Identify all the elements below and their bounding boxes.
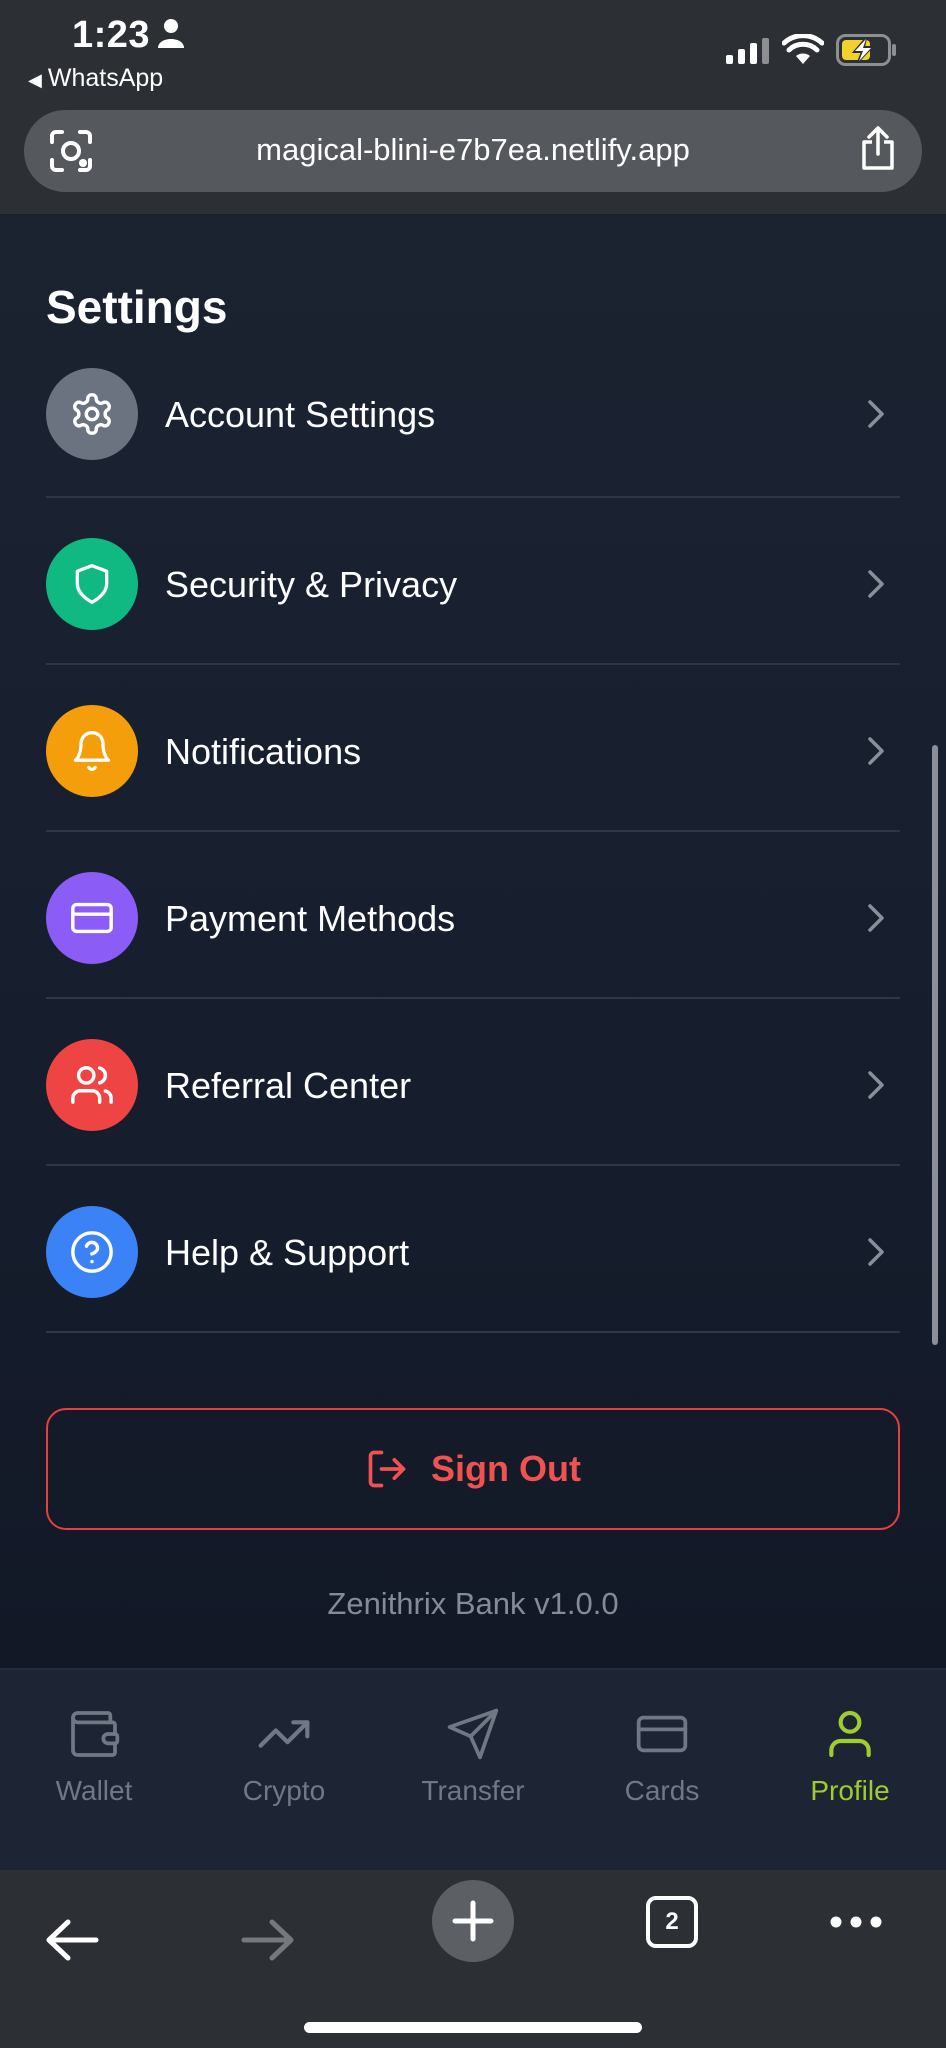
help-circle-icon <box>71 1231 113 1273</box>
new-tab-button[interactable] <box>432 1880 514 1962</box>
settings-item-security[interactable]: Security & Privacy <box>46 498 900 665</box>
chevron-right-icon <box>868 400 884 428</box>
send-icon <box>447 1708 499 1760</box>
share-icon[interactable] <box>858 126 898 172</box>
settings-item-label: Referral Center <box>165 1065 412 1106</box>
app-version: Zenithrix Bank v1.0.0 <box>327 1586 619 1621</box>
cellular-signal-icon <box>726 38 769 64</box>
settings-item-referral[interactable]: Referral Center <box>46 999 900 1166</box>
account-settings-icon-circle <box>46 368 138 460</box>
forward-arrow-icon[interactable] <box>240 1918 296 1962</box>
gear-icon <box>73 393 111 435</box>
wallet-icon <box>71 1711 120 1757</box>
nav-item-transfer[interactable]: Transfer <box>393 1706 553 1807</box>
payment-icon-circle <box>46 872 138 964</box>
chevron-right-icon <box>868 1238 884 1266</box>
chevron-right-icon <box>868 737 884 765</box>
settings-item-label: Payment Methods <box>165 898 456 939</box>
app-content: Settings Account Settings Security & Pri… <box>0 216 946 1668</box>
settings-item-label: Security & Privacy <box>165 564 458 605</box>
settings-item-label: Notifications <box>165 731 362 772</box>
shield-icon <box>75 564 109 604</box>
nav-label: Transfer <box>421 1775 525 1806</box>
chevron-right-icon <box>868 570 884 598</box>
help-icon-circle <box>46 1206 138 1298</box>
back-arrow-icon[interactable] <box>44 1918 100 1962</box>
sign-out-button[interactable]: Sign Out <box>46 1408 900 1530</box>
nav-label: Crypto <box>242 1775 326 1806</box>
back-triangle-icon: ◀ <box>28 70 42 90</box>
page-scrollbar[interactable] <box>932 745 938 1345</box>
nav-label: Wallet <box>55 1775 133 1806</box>
credit-card-icon <box>636 1715 688 1753</box>
log-out-icon <box>368 1450 406 1488</box>
back-to-app-link[interactable]: ◀ WhatsApp <box>28 64 163 93</box>
home-indicator[interactable] <box>304 2022 642 2033</box>
notifications-icon-circle <box>46 705 138 797</box>
users-icon <box>71 1066 113 1104</box>
bell-icon <box>73 731 111 771</box>
url-bar[interactable]: magical-blini-e7b7ea.netlify.app <box>24 110 922 192</box>
bottom-nav: Wallet Crypto Transfer Cards Profile <box>0 1668 946 1870</box>
person-icon <box>158 19 184 48</box>
chevron-right-icon <box>868 904 884 932</box>
settings-item-label: Help & Support <box>165 1232 410 1273</box>
nav-label: Cards <box>624 1775 700 1806</box>
settings-list: Account Settings Security & Privacy Noti… <box>46 366 900 1333</box>
credit-card-icon <box>71 902 113 934</box>
nav-item-cards[interactable]: Cards <box>582 1706 742 1807</box>
settings-item-label: Account Settings <box>165 394 436 435</box>
referral-icon-circle <box>46 1039 138 1131</box>
browser-toolbar: 2 <box>0 1870 946 2048</box>
settings-item-help[interactable]: Help & Support <box>46 1166 900 1333</box>
chevron-right-icon <box>868 1071 884 1099</box>
nav-item-wallet[interactable]: Wallet <box>14 1706 174 1807</box>
plus-icon <box>452 1900 494 1942</box>
nav-label: Profile <box>810 1775 890 1806</box>
status-bar: 1:23 ◀ WhatsApp <box>0 0 946 100</box>
battery-charging-icon <box>836 34 896 66</box>
settings-item-notifications[interactable]: Notifications <box>46 665 900 832</box>
settings-title: Settings <box>46 281 228 333</box>
status-time: 1:23 <box>72 14 151 56</box>
more-options-icon[interactable] <box>828 1914 884 1930</box>
settings-item-payment-methods[interactable]: Payment Methods <box>46 832 900 999</box>
trending-up-icon <box>258 1720 310 1748</box>
url-text[interactable]: magical-blini-e7b7ea.netlify.app <box>24 132 922 168</box>
nav-item-crypto[interactable]: Crypto <box>204 1706 364 1807</box>
wifi-icon <box>782 34 824 64</box>
security-icon-circle <box>46 538 138 630</box>
back-app-label: WhatsApp <box>47 64 164 92</box>
user-icon <box>829 1710 871 1758</box>
tab-switcher-button[interactable]: 2 <box>646 1896 698 1948</box>
settings-item-account[interactable]: Account Settings <box>46 366 900 498</box>
nav-item-profile[interactable]: Profile <box>770 1706 930 1807</box>
sign-out-label: Sign Out <box>431 1448 581 1489</box>
